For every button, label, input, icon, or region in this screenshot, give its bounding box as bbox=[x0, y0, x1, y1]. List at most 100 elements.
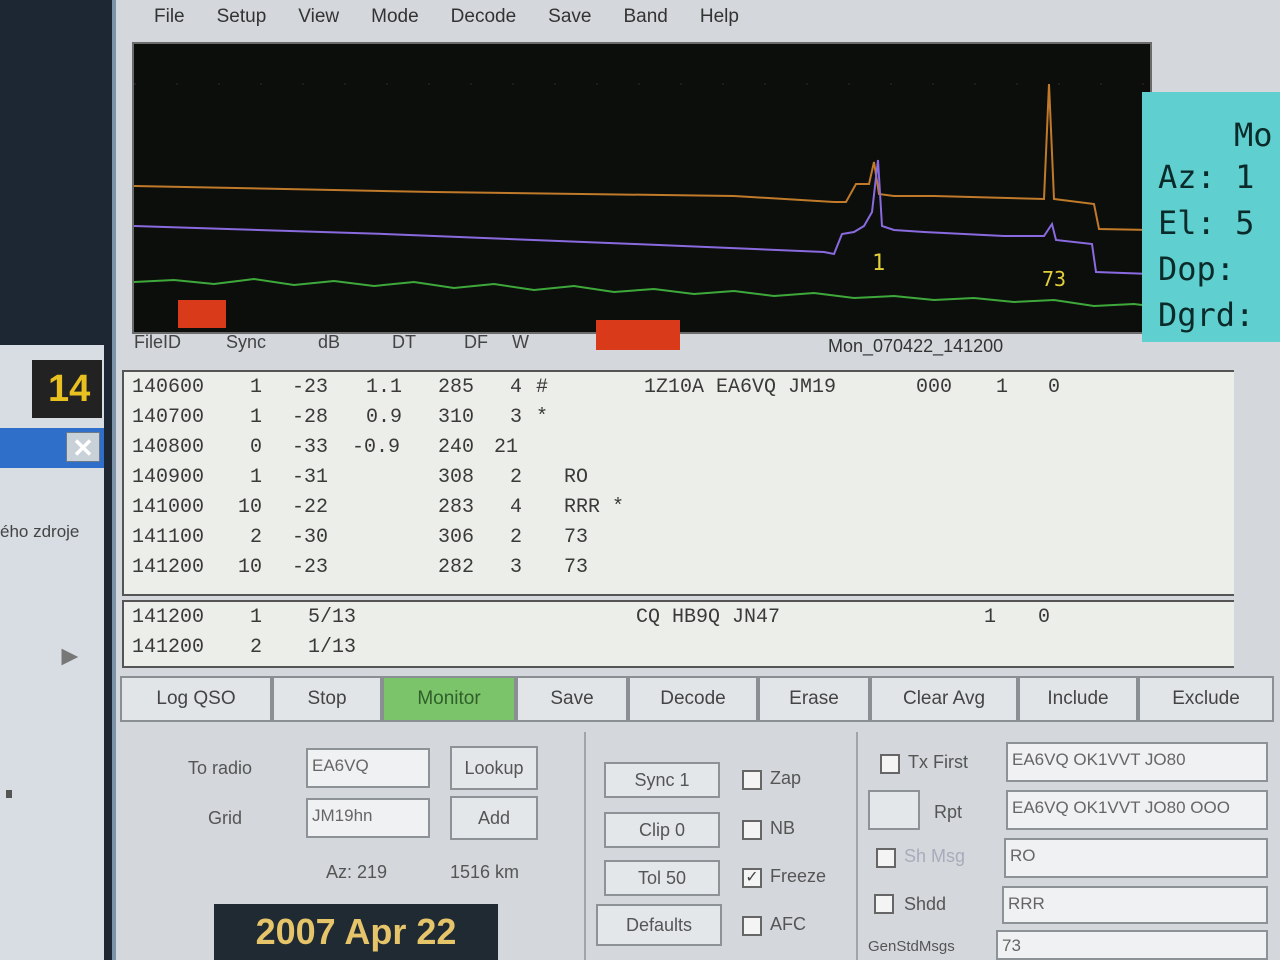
sync-spinner[interactable]: Sync 1 bbox=[604, 762, 720, 798]
header-db: dB bbox=[318, 332, 341, 352]
grid-field[interactable]: JM19hn bbox=[306, 798, 430, 838]
moon-el: El: 5 bbox=[1158, 204, 1255, 242]
to-radio-field[interactable]: EA6VQ bbox=[306, 748, 430, 788]
header-sync: Sync bbox=[226, 332, 267, 352]
menu-decode[interactable]: Decode bbox=[435, 0, 533, 40]
clear-avg-button[interactable]: Clear Avg bbox=[870, 676, 1018, 722]
decode-db: -31 bbox=[292, 466, 329, 489]
red-indicator-left bbox=[178, 300, 226, 328]
moon-dop: Dop: bbox=[1158, 250, 1236, 288]
tol-spinner[interactable]: Tol 50 bbox=[604, 860, 720, 896]
header-df: DF bbox=[464, 332, 488, 352]
menu-setup[interactable]: Setup bbox=[201, 0, 283, 40]
decode-row[interactable]: 141200 10 -23 282 3 73 bbox=[132, 556, 1232, 586]
decode-w: 4 bbox=[510, 496, 523, 519]
spectrum-display[interactable]: 1 73 bbox=[132, 42, 1152, 334]
decode-flag: * bbox=[536, 406, 549, 429]
average-sync: 2 bbox=[250, 636, 263, 659]
menu-view[interactable]: View bbox=[282, 0, 355, 40]
decode-w: 3 bbox=[510, 406, 523, 429]
decode-fileid: 140600 bbox=[132, 376, 205, 399]
monitor-button[interactable]: Monitor bbox=[382, 676, 516, 722]
gen-std-msgs-button[interactable]: GenStdMsgs bbox=[868, 938, 955, 955]
moon-panel-title: Mo bbox=[1234, 116, 1273, 154]
clip-spinner[interactable]: Clip 0 bbox=[604, 812, 720, 848]
average-fileid: 141200 bbox=[132, 606, 205, 629]
freeze-label: Freeze bbox=[770, 866, 827, 886]
shdd-checkbox[interactable] bbox=[874, 894, 894, 914]
close-icon[interactable]: ✕ bbox=[66, 432, 100, 463]
average-n2: 0 bbox=[1038, 606, 1051, 629]
menu-save[interactable]: Save bbox=[532, 0, 607, 40]
decode-flag: 73 bbox=[564, 556, 589, 579]
header-fileid: FileID bbox=[134, 332, 182, 352]
background-text: ého zdroje bbox=[0, 522, 80, 541]
zap-checkbox[interactable] bbox=[742, 770, 762, 790]
decode-flag: RO bbox=[564, 466, 589, 489]
stop-button[interactable]: Stop bbox=[272, 676, 382, 722]
menu-help[interactable]: Help bbox=[684, 0, 755, 40]
average-message: CQ HB9Q JN47 bbox=[636, 606, 781, 629]
menu-mode[interactable]: Mode bbox=[355, 0, 435, 40]
menu-file[interactable]: File bbox=[138, 0, 201, 40]
decode-button[interactable]: Decode bbox=[628, 676, 758, 722]
decode-df: 283 bbox=[438, 496, 475, 519]
decode-df: 310 bbox=[438, 406, 475, 429]
average-row[interactable]: 141200 1 5/13 CQ HB9Q JN47 1 0 bbox=[132, 606, 1232, 634]
azimuth-readout: Az: 219 bbox=[326, 862, 388, 882]
freeze-checkbox[interactable]: ✓ bbox=[742, 868, 762, 888]
background-time-display: 14 bbox=[32, 360, 102, 418]
log-qso-button[interactable]: Log QSO bbox=[120, 676, 272, 722]
defaults-button[interactable]: Defaults bbox=[596, 904, 722, 946]
decode-flag: # bbox=[536, 376, 549, 399]
speaker-icon[interactable]: ► bbox=[56, 640, 84, 672]
average-row[interactable]: 141200 2 1/13 bbox=[132, 636, 1232, 664]
menu-band[interactable]: Band bbox=[607, 0, 683, 40]
decode-db: -22 bbox=[292, 496, 329, 519]
erase-button[interactable]: Erase bbox=[758, 676, 870, 722]
tx4-message-field[interactable]: RRR bbox=[1002, 886, 1268, 924]
main-window: File Setup View Mode Decode Save Band He… bbox=[112, 0, 1280, 960]
add-button[interactable]: Add bbox=[450, 796, 538, 840]
decode-list[interactable]: 140600 1 -23 1.1 285 4 # 1Z10A EA6VQ JM1… bbox=[122, 370, 1234, 596]
decode-row[interactable]: 141000 10 -22 283 4 RRR * bbox=[132, 496, 1232, 526]
grid-label: Grid bbox=[208, 808, 243, 828]
panel-separator bbox=[584, 732, 586, 960]
decode-n2: 1 bbox=[996, 376, 1009, 399]
decode-row[interactable]: 141100 2 -30 306 2 73 bbox=[132, 526, 1232, 556]
afc-checkbox[interactable] bbox=[742, 916, 762, 936]
decode-db: -30 bbox=[292, 526, 329, 549]
panel-separator bbox=[856, 732, 858, 960]
tx3-message-field[interactable]: RO bbox=[1004, 838, 1268, 878]
sh-msg-checkbox[interactable] bbox=[876, 848, 896, 868]
tx2-message-field[interactable]: EA6VQ OK1VVT JO80 OOO bbox=[1006, 790, 1268, 830]
average-ratio: 1/13 bbox=[308, 636, 357, 659]
save-button[interactable]: Save bbox=[516, 676, 628, 722]
tx2-select-button[interactable] bbox=[868, 790, 920, 830]
decode-fileid: 141000 bbox=[132, 496, 205, 519]
tx-first-checkbox[interactable] bbox=[880, 754, 900, 774]
decode-row[interactable]: 140600 1 -23 1.1 285 4 # 1Z10A EA6VQ JM1… bbox=[132, 376, 1232, 406]
average-list[interactable]: 141200 1 5/13 CQ HB9Q JN47 1 0 141200 2 … bbox=[122, 600, 1234, 668]
spectrum-orange-trace bbox=[134, 83, 1150, 231]
decode-db: -33 bbox=[292, 436, 329, 459]
tx5-message-field[interactable]: 73 bbox=[996, 930, 1268, 960]
decode-db: -23 bbox=[292, 376, 329, 399]
lookup-button[interactable]: Lookup bbox=[450, 746, 538, 790]
tx1-message-field[interactable]: EA6VQ OK1VVT JO80 bbox=[1006, 742, 1268, 782]
header-w: W bbox=[512, 332, 529, 352]
decode-flag: RRR * bbox=[564, 496, 625, 519]
distance-readout: 1516 km bbox=[450, 862, 520, 882]
decode-w: 21 bbox=[494, 436, 519, 459]
decode-row[interactable]: 140900 1 -31 308 2 RO bbox=[132, 466, 1232, 496]
nb-label: NB bbox=[770, 818, 796, 838]
decode-row[interactable]: 140700 1 -28 0.9 310 3 * bbox=[132, 406, 1232, 436]
moon-panel: Mo Az: 1 El: 5 Dop: Dgrd: bbox=[1142, 92, 1280, 342]
decode-sync: 1 bbox=[250, 406, 263, 429]
shdd-label: Shdd bbox=[904, 894, 947, 914]
decode-sync: 2 bbox=[250, 526, 263, 549]
include-button[interactable]: Include bbox=[1018, 676, 1138, 722]
decode-row[interactable]: 140800 0 -33 -0.9 240 21 bbox=[132, 436, 1232, 466]
exclude-button[interactable]: Exclude bbox=[1138, 676, 1274, 722]
nb-checkbox[interactable] bbox=[742, 820, 762, 840]
